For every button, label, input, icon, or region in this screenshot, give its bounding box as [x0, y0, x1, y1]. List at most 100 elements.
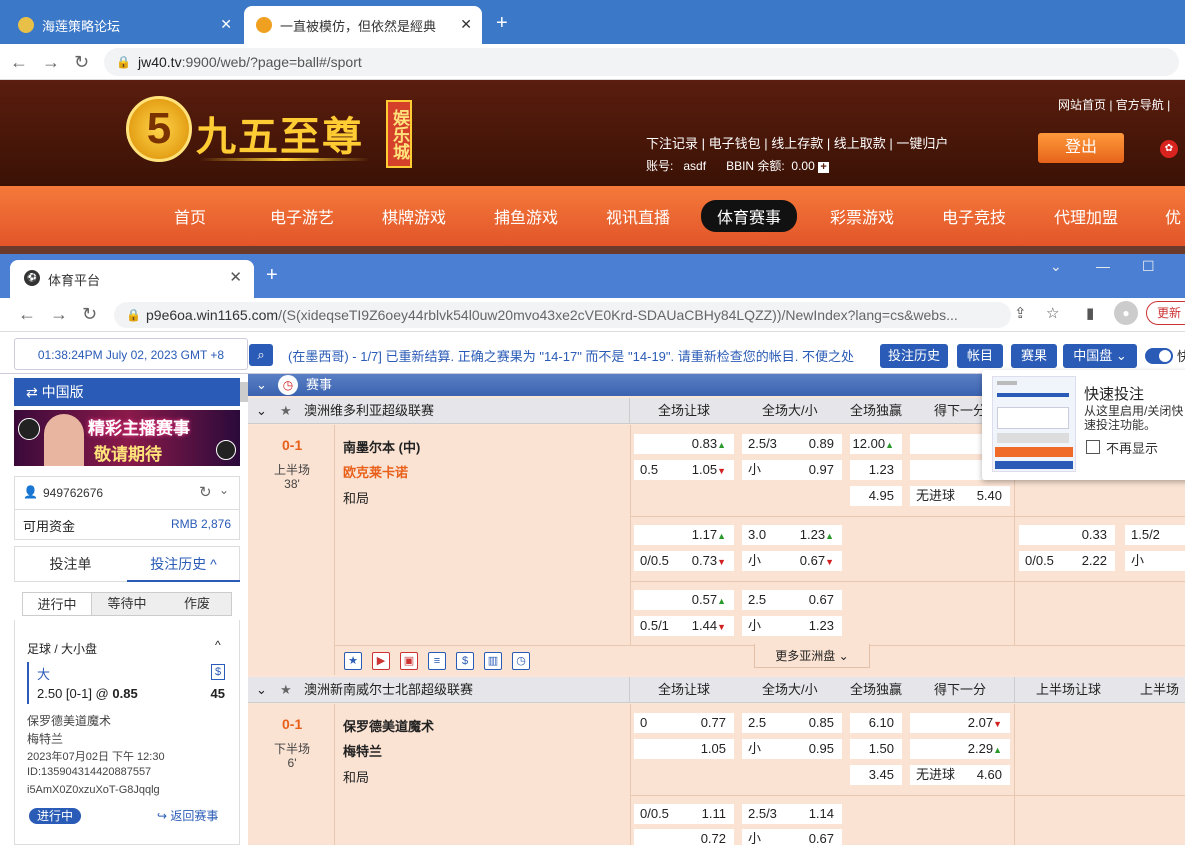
- nav-fishing[interactable]: 捕鱼游戏: [494, 204, 558, 228]
- odds-cell[interactable]: 小 0.95: [742, 739, 842, 759]
- back-to-events-link[interactable]: ↪ 返回赛事: [157, 807, 218, 824]
- promo-banner[interactable]: 精彩主播赛事 敬请期待: [14, 410, 240, 466]
- nav-home[interactable]: 首页: [174, 204, 206, 228]
- tab-pending[interactable]: 等待中: [92, 592, 162, 616]
- tab-bet-history[interactable]: 投注历史 ^: [127, 546, 240, 582]
- odds-cell[interactable]: 0.72: [634, 829, 734, 845]
- star-icon[interactable]: ☆: [1046, 304, 1059, 322]
- odds-cell[interactable]: 1.23: [850, 460, 902, 480]
- chevron-up-icon[interactable]: ^: [215, 638, 221, 652]
- odds-cell[interactable]: 0 0.77: [634, 713, 734, 733]
- profile-avatar[interactable]: ●: [1114, 301, 1138, 325]
- odds-cell[interactable]: 2.5 0.85: [742, 713, 842, 733]
- odds-cell[interactable]: 无进球 4.60: [910, 765, 1010, 785]
- odds-cell[interactable]: 小: [1125, 551, 1185, 571]
- account-links[interactable]: 下注记录 | 电子钱包 | 线上存款 | 线上取款 | 一键归户: [646, 133, 948, 152]
- odds-cell[interactable]: 2.5/3 1.14: [742, 804, 842, 824]
- odds-cell[interactable]: 2.07▼: [910, 713, 1010, 733]
- scrollbar-handle[interactable]: [240, 382, 248, 402]
- favorite-star-icon[interactable]: ★: [344, 652, 362, 670]
- quick-bet-toggle[interactable]: [1145, 348, 1173, 364]
- new-tab-icon[interactable]: +: [266, 264, 278, 287]
- odds-cell[interactable]: 0/0.5 2.22: [1019, 551, 1115, 571]
- odds-cell[interactable]: 小 0.97: [742, 460, 842, 480]
- odds-cell[interactable]: 无进球 5.40: [910, 486, 1010, 506]
- close-icon[interactable]: ✕: [460, 16, 472, 33]
- nav-cards[interactable]: 棋牌游戏: [382, 204, 446, 228]
- odds-cell[interactable]: 3.0 1.23▲: [742, 525, 842, 545]
- refresh-icon[interactable]: ↻: [199, 483, 212, 501]
- back-icon[interactable]: ←: [18, 304, 36, 325]
- chevron-down-icon[interactable]: ⌄: [256, 677, 267, 703]
- dollar-icon[interactable]: $: [456, 652, 474, 670]
- plus-icon[interactable]: +: [818, 162, 830, 173]
- odds-type-select[interactable]: 中国盘 ⌄: [1063, 344, 1137, 368]
- nav-promo[interactable]: 优: [1165, 204, 1181, 228]
- odds-cell[interactable]: 0/0.5 0.73▼: [634, 551, 734, 571]
- inner-tab[interactable]: ⚽ 体育平台 ✕: [10, 260, 254, 298]
- forward-icon[interactable]: →: [50, 304, 68, 325]
- top-links[interactable]: 网站首页 | 官方导航 |: [1058, 96, 1170, 113]
- outer-url-field[interactable]: 🔒 jw40.tv:9900/web/?page=ball#/sport: [104, 48, 1179, 76]
- back-icon[interactable]: ←: [10, 52, 28, 73]
- odds-cell[interactable]: 2.29▲: [910, 739, 1010, 759]
- china-version-button[interactable]: ⇄ 中国版: [14, 378, 240, 406]
- reload-icon[interactable]: ↻: [82, 304, 97, 325]
- odds-cell[interactable]: 1.5/2: [1125, 525, 1185, 545]
- odds-cell[interactable]: 0.33: [1019, 525, 1115, 545]
- close-icon[interactable]: ✕: [220, 16, 232, 33]
- nav-lottery[interactable]: 彩票游戏: [830, 204, 894, 228]
- odds-cell[interactable]: 1.05: [634, 739, 734, 759]
- share-icon[interactable]: ⇪: [1014, 304, 1027, 322]
- new-tab-icon[interactable]: +: [496, 12, 508, 35]
- odds-cell[interactable]: 1.50: [850, 739, 902, 759]
- logout-button[interactable]: 登出: [1038, 133, 1124, 163]
- results-button[interactable]: 赛果: [1011, 344, 1057, 368]
- nav-sports[interactable]: 体育赛事: [701, 200, 798, 232]
- chevron-down-icon[interactable]: ⌄: [256, 374, 267, 396]
- odds-cell[interactable]: 0.57▲: [634, 590, 734, 610]
- tv-icon[interactable]: ▣: [400, 652, 418, 670]
- odds-cell[interactable]: 0.5/1 1.44▼: [634, 616, 734, 636]
- nav-live[interactable]: 视讯直播: [606, 204, 670, 228]
- odds-cell[interactable]: 12.00▲: [850, 434, 902, 454]
- odds-cell[interactable]: 2.5/3 0.89: [742, 434, 842, 454]
- maximize-icon[interactable]: ☐: [1142, 258, 1155, 275]
- league-header-2[interactable]: ⌄ ★ 澳洲新南威尔士北部超级联赛 全场让球 全场大/小 全场独赢 得下一分 上…: [248, 677, 1185, 723]
- sidebar-icon[interactable]: ▮: [1086, 304, 1094, 322]
- stats-list-icon[interactable]: ≡: [428, 652, 446, 670]
- dont-show-checkbox[interactable]: [1086, 440, 1100, 454]
- odds-cell[interactable]: 0/0.5 1.11: [634, 804, 734, 824]
- chevron-down-icon[interactable]: ⌄: [1050, 258, 1062, 275]
- chevron-down-icon[interactable]: ⌄: [256, 398, 267, 424]
- odds-cell[interactable]: 小 0.67▼: [742, 551, 842, 571]
- outer-tab-1[interactable]: 海莲策略论坛 ✕: [6, 6, 242, 44]
- favorite-star-icon[interactable]: ★: [280, 398, 292, 424]
- bet-history-button[interactable]: 投注历史: [880, 344, 948, 368]
- reload-icon[interactable]: ↻: [74, 52, 89, 73]
- forward-icon[interactable]: →: [42, 52, 60, 73]
- nav-agent[interactable]: 代理加盟: [1054, 204, 1118, 228]
- search-icon[interactable]: ⌕: [249, 344, 273, 366]
- live-video-icon[interactable]: ▶: [372, 652, 390, 670]
- more-asian-lines-button[interactable]: 更多亚洲盘 ⌄: [754, 644, 870, 668]
- odds-cell[interactable]: 2.5 0.67: [742, 590, 842, 610]
- odds-cell[interactable]: 0.5 1.05▼: [634, 460, 734, 480]
- bar-chart-icon[interactable]: ▥: [484, 652, 502, 670]
- hk-flag-icon[interactable]: ✿: [1160, 140, 1178, 158]
- account-button[interactable]: 帐目: [957, 344, 1003, 368]
- chevron-down-icon[interactable]: ⌄: [219, 483, 229, 497]
- dollar-icon[interactable]: $: [211, 664, 225, 680]
- update-button[interactable]: 更新: [1146, 301, 1185, 325]
- odds-cell[interactable]: 3.45: [850, 765, 902, 785]
- nav-esports[interactable]: 电子竞技: [942, 204, 1006, 228]
- inner-url-field[interactable]: 🔒 p9e6oa.win1165.com/(S(xideqseTI9Z6oey4…: [114, 302, 1011, 328]
- minimize-icon[interactable]: —: [1096, 258, 1110, 274]
- tab-bet-slip[interactable]: 投注单: [14, 546, 127, 582]
- nav-slots[interactable]: 电子游艺: [270, 204, 334, 228]
- history-icon[interactable]: ◷: [512, 652, 530, 670]
- close-icon[interactable]: ✕: [229, 268, 242, 286]
- odds-cell[interactable]: 6.10: [850, 713, 902, 733]
- outer-tab-2[interactable]: 一直被模仿，但依然是經典 ✕: [244, 6, 482, 44]
- odds-cell[interactable]: 小 0.67: [742, 829, 842, 845]
